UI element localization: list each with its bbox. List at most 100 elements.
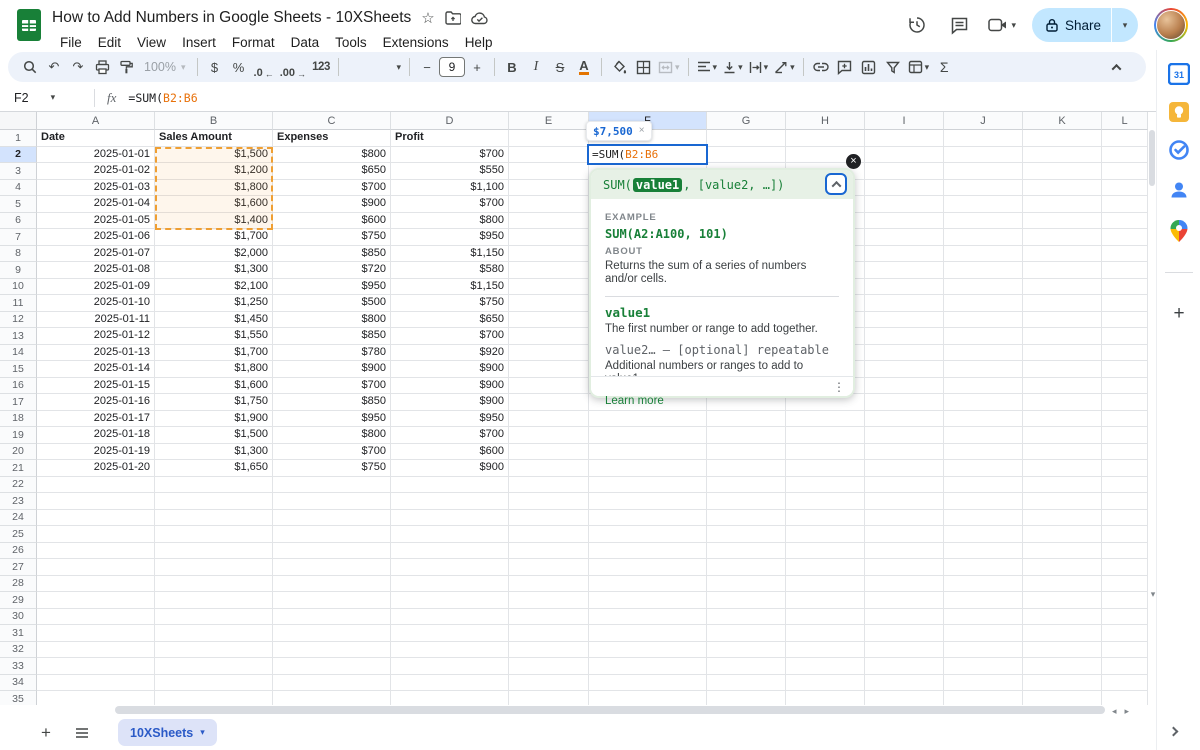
cell-L8[interactable] — [1102, 246, 1148, 263]
menu-help[interactable]: Help — [457, 33, 501, 52]
add-sheet-button[interactable]: + — [32, 719, 60, 747]
cell-I9[interactable] — [865, 262, 944, 279]
cell-K14[interactable] — [1023, 345, 1102, 362]
cell-B14[interactable]: $1,700 — [155, 345, 273, 362]
cell-E30[interactable] — [509, 609, 589, 626]
cell-C24[interactable] — [273, 510, 391, 527]
cell-C28[interactable] — [273, 576, 391, 593]
all-sheets-button[interactable] — [68, 719, 96, 747]
sheet-tab-menu-icon[interactable]: ▾ — [200, 727, 205, 738]
cell-B20[interactable]: $1,300 — [155, 444, 273, 461]
cell-I23[interactable] — [865, 493, 944, 510]
cell-L27[interactable] — [1102, 559, 1148, 576]
cell-K6[interactable] — [1023, 213, 1102, 230]
cell-B1[interactable]: Sales Amount — [155, 130, 273, 147]
tasks-icon[interactable] — [1167, 138, 1191, 162]
cell-K33[interactable] — [1023, 658, 1102, 675]
cell-C33[interactable] — [273, 658, 391, 675]
row-header-30[interactable]: 30 — [0, 609, 37, 626]
cell-K13[interactable] — [1023, 328, 1102, 345]
row-header-8[interactable]: 8 — [0, 246, 37, 263]
cell-C23[interactable] — [273, 493, 391, 510]
hide-toolbar-button[interactable] — [1104, 55, 1128, 79]
row-header-28[interactable]: 28 — [0, 576, 37, 593]
cell-G34[interactable] — [707, 675, 786, 692]
row-header-33[interactable]: 33 — [0, 658, 37, 675]
cell-I2[interactable] — [865, 147, 944, 164]
cell-F29[interactable] — [589, 592, 707, 609]
cell-B12[interactable]: $1,450 — [155, 312, 273, 329]
cell-H31[interactable] — [786, 625, 865, 642]
cell-D3[interactable]: $550 — [391, 163, 509, 180]
cell-G24[interactable] — [707, 510, 786, 527]
cell-E29[interactable] — [509, 592, 589, 609]
row-header-19[interactable]: 19 — [0, 427, 37, 444]
cell-A6[interactable]: 2025-01-05 — [37, 213, 155, 230]
cell-J20[interactable] — [944, 444, 1023, 461]
cell-A32[interactable] — [37, 642, 155, 659]
cloud-status-icon[interactable] — [471, 12, 489, 25]
cell-A21[interactable]: 2025-01-20 — [37, 460, 155, 477]
cell-D8[interactable]: $1,150 — [391, 246, 509, 263]
cell-I22[interactable] — [865, 477, 944, 494]
cell-J34[interactable] — [944, 675, 1023, 692]
cell-F24[interactable] — [589, 510, 707, 527]
cell-E21[interactable] — [509, 460, 589, 477]
cell-K22[interactable] — [1023, 477, 1102, 494]
cell-G23[interactable] — [707, 493, 786, 510]
row-header-2[interactable]: 2 — [0, 147, 37, 164]
cell-K12[interactable] — [1023, 312, 1102, 329]
cell-G2[interactable] — [707, 147, 786, 164]
cell-K7[interactable] — [1023, 229, 1102, 246]
menu-view[interactable]: View — [129, 33, 174, 52]
column-header-C[interactable]: C — [273, 112, 391, 130]
cell-I8[interactable] — [865, 246, 944, 263]
cell-J9[interactable] — [944, 262, 1023, 279]
cell-I27[interactable] — [865, 559, 944, 576]
cell-C13[interactable]: $850 — [273, 328, 391, 345]
cell-A34[interactable] — [37, 675, 155, 692]
cell-L29[interactable] — [1102, 592, 1148, 609]
cell-C29[interactable] — [273, 592, 391, 609]
cell-D12[interactable]: $650 — [391, 312, 509, 329]
row-header-12[interactable]: 12 — [0, 312, 37, 329]
cell-L16[interactable] — [1102, 378, 1148, 395]
cell-D6[interactable]: $800 — [391, 213, 509, 230]
cell-I30[interactable] — [865, 609, 944, 626]
cell-E11[interactable] — [509, 295, 589, 312]
row-header-7[interactable]: 7 — [0, 229, 37, 246]
search-menus-button[interactable] — [18, 55, 42, 79]
cell-H28[interactable] — [786, 576, 865, 593]
cell-D1[interactable]: Profit — [391, 130, 509, 147]
keep-icon[interactable] — [1167, 100, 1191, 124]
cell-B6[interactable]: $1,400 — [155, 213, 273, 230]
cell-K19[interactable] — [1023, 427, 1102, 444]
cell-I5[interactable] — [865, 196, 944, 213]
menu-file[interactable]: File — [52, 33, 90, 52]
row-header-14[interactable]: 14 — [0, 345, 37, 362]
cell-A29[interactable] — [37, 592, 155, 609]
functions-button[interactable]: Σ — [932, 55, 956, 79]
cell-A19[interactable]: 2025-01-18 — [37, 427, 155, 444]
decrease-decimal-button[interactable]: .0← — [251, 55, 277, 79]
cell-H30[interactable] — [786, 609, 865, 626]
cell-L9[interactable] — [1102, 262, 1148, 279]
cell-H19[interactable] — [786, 427, 865, 444]
name-box-dropdown-icon[interactable]: ▾ — [51, 92, 56, 103]
cell-D19[interactable]: $700 — [391, 427, 509, 444]
cell-A28[interactable] — [37, 576, 155, 593]
cell-L2[interactable] — [1102, 147, 1148, 164]
cell-D23[interactable] — [391, 493, 509, 510]
column-header-D[interactable]: D — [391, 112, 509, 130]
cell-E23[interactable] — [509, 493, 589, 510]
cell-E25[interactable] — [509, 526, 589, 543]
row-header-3[interactable]: 3 — [0, 163, 37, 180]
cell-J27[interactable] — [944, 559, 1023, 576]
row-header-24[interactable]: 24 — [0, 510, 37, 527]
cell-J24[interactable] — [944, 510, 1023, 527]
cell-B31[interactable] — [155, 625, 273, 642]
cell-A31[interactable] — [37, 625, 155, 642]
cell-L1[interactable] — [1102, 130, 1148, 147]
cell-I21[interactable] — [865, 460, 944, 477]
cell-B13[interactable]: $1,550 — [155, 328, 273, 345]
